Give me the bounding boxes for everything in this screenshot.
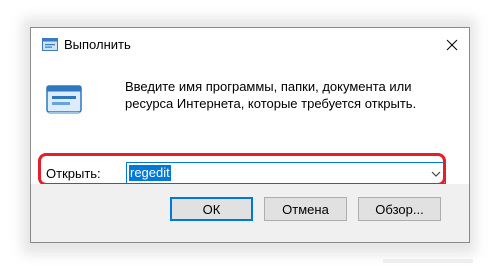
close-icon xyxy=(446,39,458,51)
watermark xyxy=(383,257,473,267)
open-input-value[interactable]: regedit xyxy=(129,165,171,181)
browse-button[interactable]: Обзор... xyxy=(358,197,441,221)
run-app-icon xyxy=(42,38,58,51)
dialog-content: Введите имя программы, папки, документа … xyxy=(31,62,469,186)
page: Выполнить Введите имя программы, папки, … xyxy=(0,0,495,272)
open-label: Открыть: xyxy=(46,166,101,181)
window-title: Выполнить xyxy=(64,37,131,52)
close-button[interactable] xyxy=(439,32,465,58)
run-app-icon xyxy=(46,84,82,116)
open-combobox[interactable]: regedit xyxy=(126,162,446,184)
description-text: Введите имя программы, папки, документа … xyxy=(125,79,417,111)
run-dialog: Выполнить Введите имя программы, папки, … xyxy=(30,27,470,243)
ok-button[interactable]: ОК xyxy=(170,197,253,221)
cancel-button[interactable]: Отмена xyxy=(264,197,347,221)
title-bar[interactable]: Выполнить xyxy=(31,28,469,62)
chevron-down-icon[interactable] xyxy=(430,167,442,179)
